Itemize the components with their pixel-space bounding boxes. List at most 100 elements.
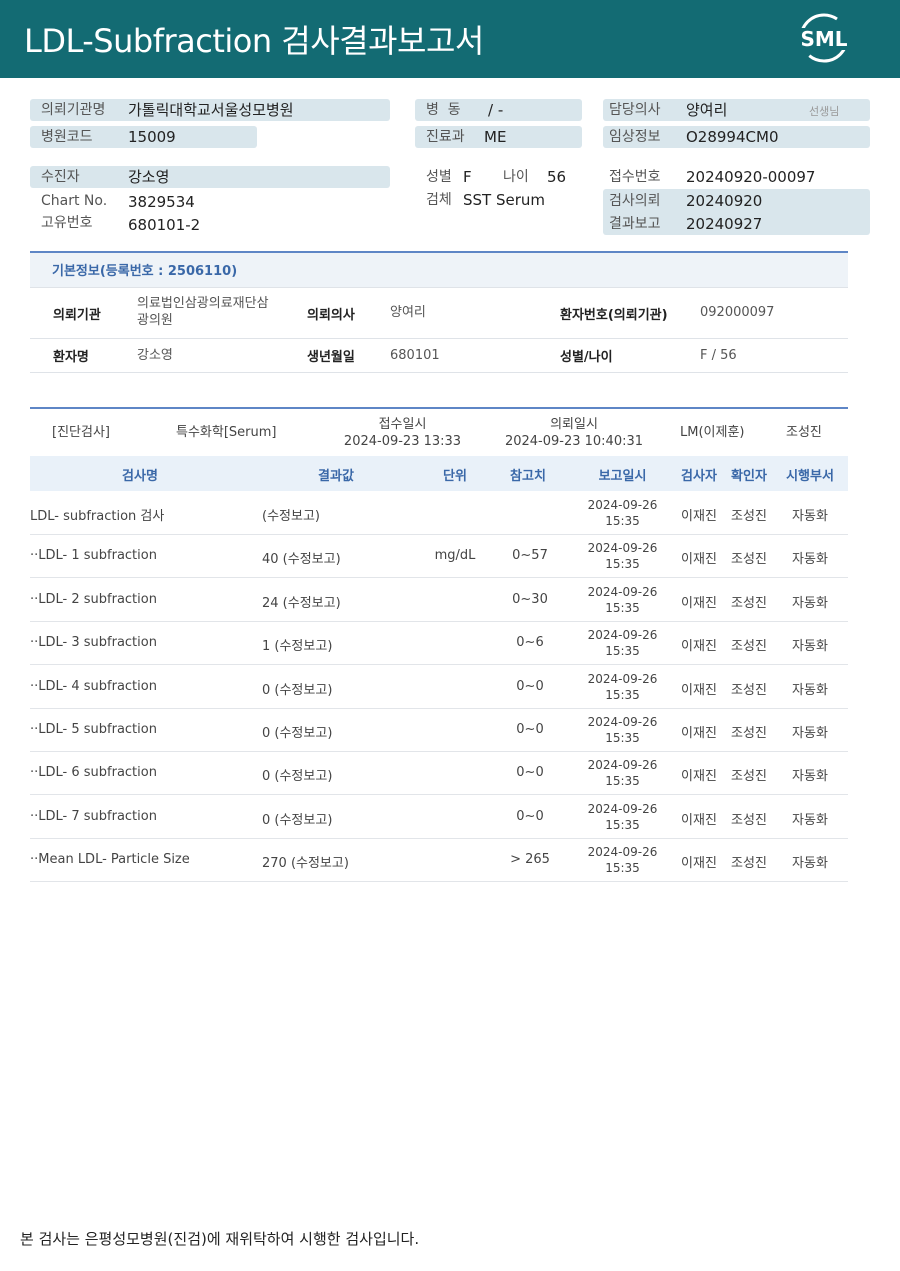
bi-sex-age-value: F / 56 [700,348,737,363]
bi-doctor-label: 의뢰의사 [307,308,355,323]
result-report-date-day: 2024-09-26 [587,541,658,556]
result-name: ··LDL- 7 subfraction [30,808,157,824]
result-report-date-time: 15:35 [605,514,640,528]
col-value-header: 결과값 [318,469,354,484]
result-checker: 조성진 [731,856,767,872]
institution-label: 의뢰기관명 [41,102,106,118]
result-value: 0 (수정보고) [262,682,333,698]
report-label: 결과보고 [609,216,661,232]
result-report-date-time: 15:35 [605,644,640,659]
result-dept: 자동화 [792,769,828,785]
result-unit: mg/dL [434,548,476,564]
result-tester: 이재진 [681,726,717,741]
doctor-label: 담당의사 [609,102,661,118]
ward-value: / - [488,101,504,119]
test-category: [진단검사] [52,425,110,440]
table-row: ··LDL- 3 subfraction 1 (수정보고) 0~6 이재진 조성진 자동화… [30,622,848,666]
specimen-value: SST Serum [463,191,546,209]
bi-patient-no-value: 092000097 [700,305,775,320]
bi-dob-value: 680101 [390,348,440,363]
age-value: 56 [547,168,567,186]
result-value: 0 (수정보고) [262,812,333,828]
bi-sex-age-label: 성별/나이 [560,350,613,365]
result-report-date-day: 2024-09-26 [587,498,658,512]
result-report-date-day: 2024-09-26 [587,758,658,773]
table-row: ··LDL- 5 subfraction 0 (수정보고) 0~0 이재진 조성진 자동화… [30,709,848,752]
result-name: ··LDL- 2 subfraction [30,591,157,607]
result-checker: 조성진 [731,769,767,785]
result-report-date-day: 2024-09-26 [587,584,658,599]
report-value: 20240927 [686,215,763,233]
col-date-header: 보고일시 [598,469,647,484]
sml-logo: SML [796,10,856,66]
clinical-label: 임상정보 [609,129,661,145]
result-ref: 0~0 [516,722,544,737]
age-label: 나이 [503,169,529,185]
result-ref: 0~6 [516,635,544,651]
result-report-date-time: 15:35 [605,817,640,832]
result-report-date-day: 2024-09-26 [587,845,658,860]
result-ref: 0~0 [516,765,544,781]
result-dept: 자동화 [792,726,828,741]
divider [30,338,848,339]
hospital-code-label: 병원코드 [41,129,93,145]
result-report-date-day: 2024-09-26 [587,801,658,816]
result-tester: 이재진 [681,812,717,828]
divider [30,287,848,288]
result-report-date: 2024-09-26 15:35 [575,540,670,572]
result-ref: 0~0 [516,808,544,824]
result-ref: 0~57 [512,548,548,564]
result-name: LDL- subfraction 검사 [30,509,165,524]
result-name: ··Mean LDL- Particle Size [30,852,190,868]
bi-name-value: 강소영 [137,348,173,363]
result-checker: 조성진 [731,509,767,524]
result-name: ··LDL- 1 subfraction [30,548,157,564]
col-unit-header: 단위 [443,469,467,484]
result-value: (수정보고) [262,509,320,524]
patient-value: 강소영 [128,168,170,186]
verifier: 조성진 [786,425,822,440]
test-subcategory: 특수화학[Serum] [176,425,277,440]
bi-dob-label: 생년월일 [307,350,355,365]
dept-value: ME [484,128,507,146]
result-report-date: 2024-09-26 15:35 [575,497,670,529]
ward-label: 병 동 [426,102,461,118]
table-row: ··LDL- 6 subfraction 0 (수정보고) 0~0 이재진 조성진 자동화… [30,752,848,796]
bi-doctor-value: 양여리 [390,305,426,320]
col-name-header: 검사명 [122,469,158,484]
result-name: ··LDL- 3 subfraction [30,635,157,651]
result-checker: 조성진 [731,812,767,828]
lab-manager: LM(이제훈) [680,425,745,440]
result-report-date-time: 15:35 [605,861,640,876]
request-label: 검사의뢰 [609,193,661,209]
result-report-date-day: 2024-09-26 [587,628,658,643]
col-checker-header: 확인자 [731,469,767,484]
receipt-time-value: 2024-09-23 13:33 [343,434,462,449]
table-row: ··LDL- 4 subfraction 0 (수정보고) 0~0 이재진 조성진 자동화… [30,666,848,709]
result-report-date-day: 2024-09-26 [587,671,658,686]
col-ref-header: 참고치 [510,469,546,484]
dept-label: 진료과 [426,129,465,145]
result-name: ··LDL- 6 subfraction [30,765,157,781]
bi-name-label: 환자명 [53,350,89,365]
receipt-value: 20240920-00097 [686,168,816,186]
doctor-suffix: 선생님 [809,105,840,118]
result-report-date: 2024-09-26 15:35 [575,671,670,703]
table-row: LDL- subfraction 검사 (수정보고) 이재진 조성진 자동화 2024-0… [30,492,848,535]
patient-label: 수진자 [41,169,80,185]
result-report-date-time: 15:35 [605,774,640,789]
result-dept: 자동화 [792,682,828,698]
result-tester: 이재진 [681,639,717,655]
bi-institution-label: 의뢰기관 [53,308,101,323]
result-dept: 자동화 [792,639,828,655]
result-report-date-time: 15:35 [605,600,640,615]
result-report-date: 2024-09-26 15:35 [575,714,670,746]
result-dept: 자동화 [792,856,828,872]
result-value: 0 (수정보고) [262,769,333,785]
result-report-date: 2024-09-26 15:35 [575,844,670,876]
result-value: 270 (수정보고) [262,856,349,872]
chart-label: Chart No. [41,193,108,209]
result-checker: 조성진 [731,552,767,568]
result-name: ··LDL- 5 subfraction [30,722,157,737]
table-row: ··LDL- 1 subfraction 40 (수정보고) mg/dL 0~57 이재… [30,535,848,579]
